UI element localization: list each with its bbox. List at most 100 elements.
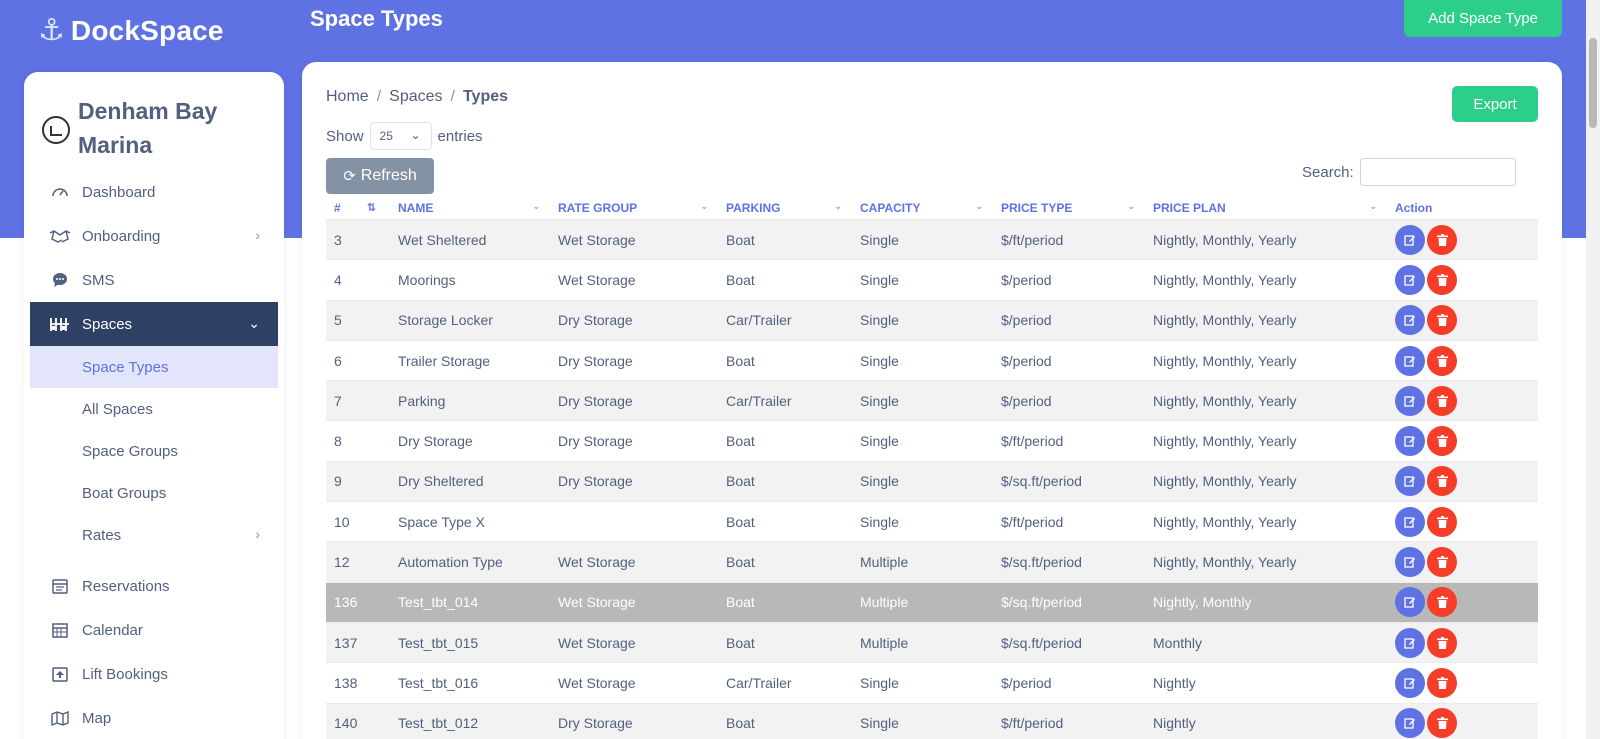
- cell-id: 6: [334, 352, 342, 369]
- brand-logo[interactable]: ⚓ DockSpace: [38, 14, 224, 48]
- table-body: 3 Wet Sheltered Wet Storage Boat Single $/ft/…: [326, 220, 1538, 739]
- delete-icon[interactable]: [1427, 264, 1457, 295]
- delete-icon[interactable]: [1427, 426, 1457, 457]
- table-row[interactable]: 9 Dry Sheltered Dry Storage Boat Single $/sq.…: [326, 461, 1538, 503]
- cell-id: 12: [334, 554, 350, 571]
- sidebar-subitem-rates[interactable]: Rates ›: [30, 514, 278, 556]
- delete-icon[interactable]: [1427, 506, 1457, 537]
- sort-icon: ⌄: [1369, 200, 1377, 211]
- delete-icon[interactable]: [1427, 385, 1457, 416]
- sidebar-subitem-boat-groups[interactable]: Boat Groups: [30, 472, 278, 514]
- table-row[interactable]: 137 Test_tbt_015 Wet Storage Boat Multiple $/…: [326, 622, 1538, 664]
- sidebar-subitem-all-spaces[interactable]: All Spaces: [30, 388, 278, 430]
- column-header-price-type[interactable]: PRICE TYPE ⌄: [993, 201, 1145, 215]
- table-row[interactable]: 8 Dry Storage Dry Storage Boat Single $/ft/pe…: [326, 421, 1538, 462]
- delete-icon[interactable]: [1427, 466, 1457, 497]
- entries-label: entries: [437, 127, 483, 145]
- sidebar-item-label: Calendar: [82, 621, 143, 639]
- edit-icon[interactable]: [1395, 305, 1425, 336]
- cell-price-type: $/period: [1001, 674, 1052, 691]
- table-row[interactable]: 12 Automation Type Wet Storage Boat Multiple…: [326, 542, 1538, 583]
- column-header-price-plan[interactable]: PRICE PLAN ⌄: [1145, 201, 1387, 215]
- edit-icon[interactable]: [1395, 345, 1425, 376]
- delete-icon[interactable]: [1427, 587, 1457, 618]
- column-header-name[interactable]: NAME ⌄: [390, 201, 550, 215]
- cell-rate-group: Dry Storage: [558, 392, 633, 409]
- cell-id: 9: [334, 473, 342, 490]
- map-icon: [48, 709, 72, 727]
- scrollbar-thumb[interactable]: [1589, 38, 1597, 128]
- sort-ascending-icon: ⇅: [366, 201, 376, 214]
- sidebar-item-lift-bookings[interactable]: Lift Bookings: [30, 652, 278, 696]
- breadcrumb-spaces[interactable]: Spaces: [389, 88, 442, 106]
- cell-price-plan: Nightly, Monthly, Yearly: [1153, 433, 1297, 450]
- delete-icon[interactable]: [1427, 708, 1457, 739]
- edit-icon[interactable]: [1395, 466, 1425, 497]
- sidebar-item-onboarding[interactable]: Onboarding ›: [30, 214, 278, 258]
- sidebar-item-label: Onboarding: [82, 227, 161, 245]
- export-button[interactable]: Export: [1452, 86, 1538, 122]
- delete-icon[interactable]: [1427, 627, 1457, 658]
- table-row[interactable]: 138 Test_tbt_016 Wet Storage Car/Trailer Sin…: [326, 663, 1538, 704]
- edit-icon[interactable]: [1395, 264, 1425, 295]
- search-input[interactable]: [1359, 158, 1516, 186]
- table-row[interactable]: 136 Test_tbt_014 Wet Storage Boat Multiple $/…: [326, 582, 1538, 623]
- column-header-parking[interactable]: PARKING ⌄: [718, 201, 852, 215]
- reservations-icon: [48, 577, 72, 595]
- edit-icon[interactable]: [1395, 224, 1425, 255]
- table-row[interactable]: 6 Trailer Storage Dry Storage Boat Single $/p…: [326, 340, 1538, 382]
- table-row[interactable]: 5 Storage Locker Dry Storage Car/Trailer Sin…: [326, 300, 1538, 341]
- cell-price-plan: Nightly, Monthly, Yearly: [1153, 473, 1297, 490]
- breadcrumb: Home / Spaces / Types: [326, 88, 508, 106]
- cell-name: Test_tbt_016: [398, 674, 479, 691]
- delete-icon[interactable]: [1427, 305, 1457, 336]
- cell-parking: Boat: [726, 433, 755, 450]
- sidebar-item-calendar[interactable]: Calendar: [30, 608, 278, 652]
- edit-icon[interactable]: [1395, 587, 1425, 618]
- entries-select[interactable]: 25 ⌄: [369, 122, 432, 150]
- sidebar-item-reservations[interactable]: Reservations: [30, 564, 278, 608]
- delete-icon[interactable]: [1427, 345, 1457, 376]
- anchor-icon: ⚓: [38, 14, 65, 47]
- edit-icon[interactable]: [1395, 385, 1425, 416]
- header-label: PARKING: [726, 200, 781, 215]
- sort-icon: ⌄: [1127, 200, 1135, 211]
- org-name: Denham Bay Marina: [78, 98, 218, 158]
- table-row[interactable]: 140 Test_tbt_012 Dry Storage Boat Single $/ft…: [326, 703, 1538, 739]
- lift-icon: [48, 665, 72, 683]
- cell-id: 138: [334, 674, 358, 691]
- cell-price-type: $/ft/period: [1001, 433, 1064, 450]
- breadcrumb-home[interactable]: Home: [326, 88, 369, 106]
- cell-rate-group: Dry Storage: [558, 715, 633, 732]
- column-header-id[interactable]: # ⇅: [326, 201, 390, 215]
- sidebar-subitem-space-types[interactable]: Space Types: [30, 346, 278, 388]
- edit-icon[interactable]: [1395, 506, 1425, 537]
- edit-icon[interactable]: [1395, 627, 1425, 658]
- edit-icon[interactable]: [1395, 708, 1425, 739]
- table-row[interactable]: 4 Moorings Wet Storage Boat Single $/period Ni…: [326, 260, 1538, 301]
- cell-parking: Boat: [726, 513, 755, 530]
- page-scrollbar[interactable]: [1586, 0, 1600, 739]
- delete-icon[interactable]: [1427, 667, 1457, 698]
- table-row[interactable]: 10 Space Type X Boat Single $/ft/period Night…: [326, 502, 1538, 543]
- cell-rate-group: Dry Storage: [558, 352, 633, 369]
- edit-icon[interactable]: [1395, 667, 1425, 698]
- delete-icon[interactable]: [1427, 224, 1457, 255]
- header-label: NAME: [398, 200, 434, 215]
- sidebar-item-label: Rates: [82, 526, 122, 544]
- column-header-capacity[interactable]: CAPACITY ⌄: [852, 201, 993, 215]
- sidebar-item-spaces[interactable]: Spaces ⌄: [30, 302, 278, 346]
- table-row[interactable]: 7 Parking Dry Storage Car/Trailer Single $/pe…: [326, 381, 1538, 422]
- sidebar-item-map[interactable]: Map: [30, 696, 278, 739]
- sidebar-item-sms[interactable]: SMS: [30, 258, 278, 302]
- cell-capacity: Single: [860, 352, 899, 369]
- refresh-button[interactable]: ⟳ Refresh: [326, 158, 434, 194]
- delete-icon[interactable]: [1427, 547, 1457, 578]
- table-row[interactable]: 3 Wet Sheltered Wet Storage Boat Single $/ft/…: [326, 220, 1538, 261]
- edit-icon[interactable]: [1395, 426, 1425, 457]
- add-space-type-button[interactable]: Add Space Type: [1404, 0, 1562, 37]
- edit-icon[interactable]: [1395, 547, 1425, 578]
- column-header-rate-group[interactable]: RATE GROUP ⌄: [550, 201, 718, 215]
- sidebar-subitem-space-groups[interactable]: Space Groups: [30, 430, 278, 472]
- sidebar-item-dashboard[interactable]: Dashboard: [30, 170, 278, 214]
